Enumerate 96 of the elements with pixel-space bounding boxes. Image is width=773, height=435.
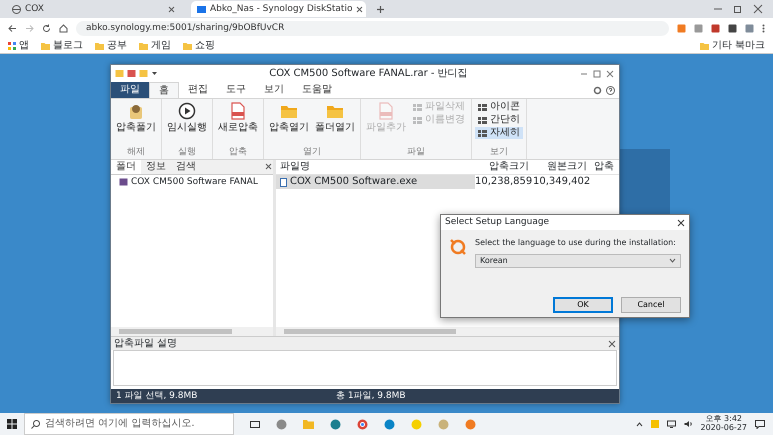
table-cell: 10,349,402 [533, 176, 591, 188]
dialog-title: Select Setup Language [445, 217, 550, 228]
ribbon-tab[interactable]: 도움말 [293, 82, 341, 98]
maximize-icon[interactable] [592, 68, 602, 78]
bookmark[interactable]: 블로그 [41, 40, 83, 52]
dialog-button[interactable]: Cancel [621, 297, 681, 313]
help-icon[interactable] [606, 86, 615, 94]
list-icon [478, 116, 487, 124]
status-text: 총 1파일, 9.8MB [336, 390, 406, 402]
pane-tab[interactable]: 검색 [171, 160, 201, 174]
settings-icon[interactable] [593, 86, 602, 94]
bookmark[interactable]: 쇼핑 [183, 40, 215, 52]
home-icon[interactable] [59, 24, 68, 32]
ribbon-button[interactable]: 폴더열기 [313, 101, 357, 148]
group-label: 해제 [126, 147, 146, 158]
ribbon-button[interactable]: 새로압축 [216, 101, 260, 148]
ribbon-button[interactable]: 자세히 [475, 127, 523, 139]
document-icon [229, 102, 247, 120]
reload-icon[interactable] [42, 24, 51, 32]
app-icon[interactable] [276, 418, 287, 430]
setup-logo-icon [449, 238, 467, 256]
file-menu-button[interactable]: 파일 [111, 82, 149, 98]
restore-icon[interactable] [733, 4, 743, 14]
clock-time[interactable]: 오후 3:42 [705, 415, 742, 424]
close-icon[interactable] [168, 6, 175, 12]
group-label: 파일 [406, 147, 426, 158]
list-icon [413, 116, 422, 124]
speaker-icon[interactable] [684, 420, 692, 428]
bookmark[interactable]: 앱 [8, 40, 29, 52]
apps-grid-icon [8, 42, 16, 50]
list-icon [478, 102, 487, 112]
column-header[interactable]: 압축 [591, 161, 619, 173]
list-icon [413, 102, 422, 112]
menu-icon[interactable] [762, 24, 765, 32]
folder-icon [139, 42, 148, 50]
windows-logo-icon [7, 419, 17, 429]
bookmark[interactable]: 공부 [95, 40, 127, 52]
ribbon-button[interactable]: 간단히 [475, 114, 523, 126]
back-icon[interactable] [8, 24, 17, 32]
ribbon-button[interactable]: 아이콘 [475, 101, 523, 113]
file-icon [280, 178, 287, 186]
pane-tab[interactable]: 폴더 [111, 160, 141, 174]
column-header[interactable]: 파일명 [276, 161, 475, 173]
list-icon [478, 128, 487, 138]
pane-title: 압축파일 설명 [114, 338, 178, 350]
clock-date[interactable]: 2020-06-27 [700, 424, 747, 433]
table-cell: 10,238,859 [475, 176, 533, 188]
bookmark[interactable]: 기타 북마크 [700, 40, 765, 52]
close-icon[interactable] [356, 6, 364, 12]
browser-tab[interactable]: Abko_Nas - Synology DiskStatio [191, 1, 366, 17]
close-icon[interactable] [608, 340, 616, 348]
address-bar[interactable]: abko.synology.me:5001/sharing/9bOBfUvCR [76, 20, 669, 36]
file-row[interactable]: COX CM500 Software.exe [276, 175, 475, 189]
ribbon-tab[interactable]: 도구 [217, 82, 255, 98]
app-icon[interactable] [384, 418, 395, 430]
ribbon-tab[interactable]: 홈 [149, 82, 179, 98]
folder-icon [95, 42, 104, 50]
network-icon[interactable] [666, 420, 676, 428]
new-tab-icon[interactable] [376, 4, 385, 14]
column-header[interactable]: 압축크기 [475, 161, 533, 173]
dialog-button[interactable]: OK [553, 297, 613, 313]
folder-icon [700, 42, 709, 50]
column-header[interactable]: 원본크기 [533, 161, 591, 173]
ribbon-button[interactable]: 임시실행 [165, 101, 209, 148]
group-label: 압축 [228, 147, 248, 158]
bookmark[interactable]: 게임 [139, 40, 171, 52]
tree-item[interactable]: COX CM500 Software FANAL [111, 175, 273, 190]
folder-icon [183, 42, 192, 50]
dialog-message: Select the language to use during the installation: [475, 238, 677, 248]
app-icon[interactable] [330, 418, 341, 430]
document-icon [377, 102, 395, 120]
chevron-up-icon[interactable] [636, 422, 642, 426]
notification-icon[interactable] [755, 420, 765, 428]
ribbon-button[interactable]: 압축열기 [267, 101, 311, 148]
task-view-icon[interactable] [250, 420, 260, 428]
group-label: 열기 [302, 147, 322, 158]
search-icon [31, 420, 40, 428]
browser-tab[interactable]: COX [6, 1, 181, 17]
group-label: 실행 [177, 147, 197, 158]
play-icon [178, 102, 196, 120]
browser-icon[interactable] [357, 418, 368, 430]
ribbon-tab[interactable]: 보기 [255, 82, 293, 98]
caret-icon [669, 258, 676, 264]
scrollbar[interactable] [111, 327, 273, 336]
close-icon[interactable] [677, 218, 685, 226]
window-title: COX CM500 Software FANAL.rar - 반디집 [268, 68, 469, 80]
status-text: 1 파일 선택, 9.8MB [116, 390, 198, 402]
pane-tab[interactable]: 정보 [141, 160, 171, 174]
ribbon-button[interactable]: 압축풀기 [114, 101, 158, 148]
ribbon-tab[interactable]: 편집 [179, 82, 217, 98]
close-icon[interactable] [753, 4, 763, 14]
folder-icon [41, 42, 50, 50]
group-label: 보기 [489, 147, 509, 158]
scrollbar[interactable] [276, 327, 619, 336]
language-dropdown[interactable]: Korean [475, 254, 681, 268]
search-field[interactable]: 검색하려면 여기에 입력하십시오. [24, 413, 234, 435]
